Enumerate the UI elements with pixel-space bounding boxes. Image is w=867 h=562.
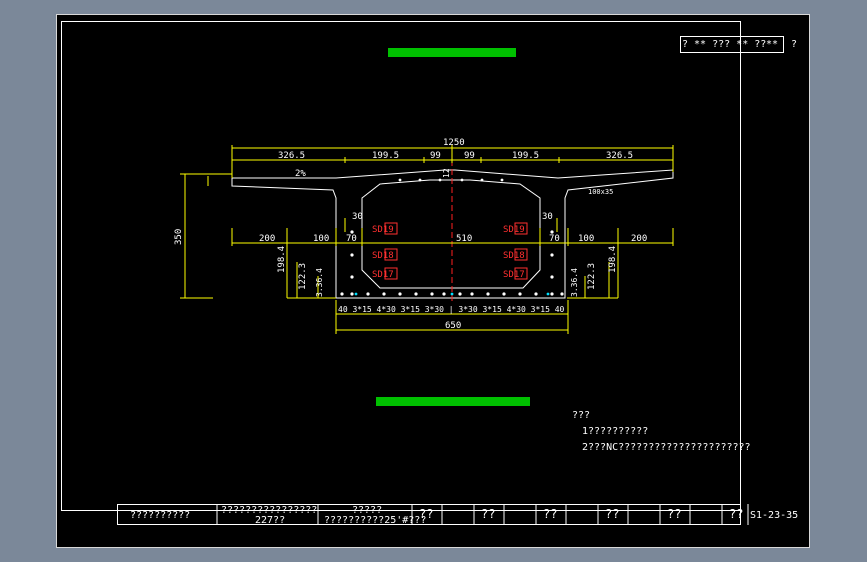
dim-spacing-row: 40 3*15 4*30 3*15 3*30 | 3*30 3*15 4*30 … <box>338 305 565 314</box>
dim-web-right: 199.5 <box>512 151 539 161</box>
dim-bot-center: 510 <box>456 234 472 244</box>
footer-cell-6: ?? <box>419 507 434 521</box>
footer-cell-7: ?? <box>481 507 496 521</box>
dim-small-left: 3.36.4 <box>315 268 324 297</box>
dim-haunch-left: 30 <box>352 212 363 222</box>
footer-cell-11: ?? <box>729 507 744 521</box>
dim-web-h-right: 198.4 <box>608 246 618 273</box>
notes-line-1: 1?????????? <box>582 426 649 437</box>
dim-cantilever-right: 326.5 <box>606 151 633 161</box>
dim-chamfer: 100x35 <box>588 188 613 196</box>
dim-bot-right-a: 200 <box>631 234 647 244</box>
dim-bot-left-c: 70 <box>346 234 357 244</box>
footer-cell-8: ?? <box>543 507 558 521</box>
notes-heading: ??? <box>572 410 591 421</box>
dim-half-right: 99 <box>464 151 475 161</box>
dim-bottom-width: 650 <box>445 321 461 331</box>
tendon-right-1: SD19 <box>503 225 525 235</box>
dim-bot-left-b: 100 <box>313 234 329 244</box>
cross-section-drawing: 1250 326.5 199.5 99 99 199.5 326.5 2% 10… <box>174 138 674 334</box>
footer-cell-3: 227?? <box>255 515 286 526</box>
tendon-left-1: SD19 <box>372 225 394 235</box>
dim-slope: 2% <box>295 169 306 179</box>
dim-haunch-right: 30 <box>542 212 553 222</box>
dim-overall: 1250 <box>443 138 465 148</box>
dim-bot-right-b: 100 <box>578 234 594 244</box>
tendon-right-3: SD17 <box>503 270 525 280</box>
drawing-number: S1-23-35 <box>750 510 799 521</box>
dim-inner-h-left: 122.3 <box>298 263 308 290</box>
dim-cantilever-left: 326.5 <box>278 151 305 161</box>
dim-bot-left-a: 200 <box>259 234 275 244</box>
dim-small-right: 3.36.4 <box>570 268 579 297</box>
dim-half-left: 99 <box>430 151 441 161</box>
footer-cell-5: ??????????25'#??? <box>324 515 427 526</box>
dim-web-left: 199.5 <box>372 151 399 161</box>
footer-cell-9: ?? <box>605 507 620 521</box>
dim-height: 350 <box>174 229 184 245</box>
dim-inner-h-right: 122.3 <box>587 263 597 290</box>
notes-line-2: 2???NC?????????????????????? <box>582 442 751 453</box>
dim-web-h-left: 198.4 <box>277 246 287 273</box>
dim-bot-right-c: 70 <box>549 234 560 244</box>
tendon-right-2: SD18 <box>503 251 525 261</box>
footer-cell-10: ?? <box>667 507 682 521</box>
footer-cell-1: ?????????? <box>130 510 191 521</box>
dim-top-thk: 12 <box>442 168 451 178</box>
tendon-left-2: SD18 <box>372 251 394 261</box>
tendon-left-3: SD17 <box>372 270 394 280</box>
section-label-bottom <box>376 397 530 406</box>
